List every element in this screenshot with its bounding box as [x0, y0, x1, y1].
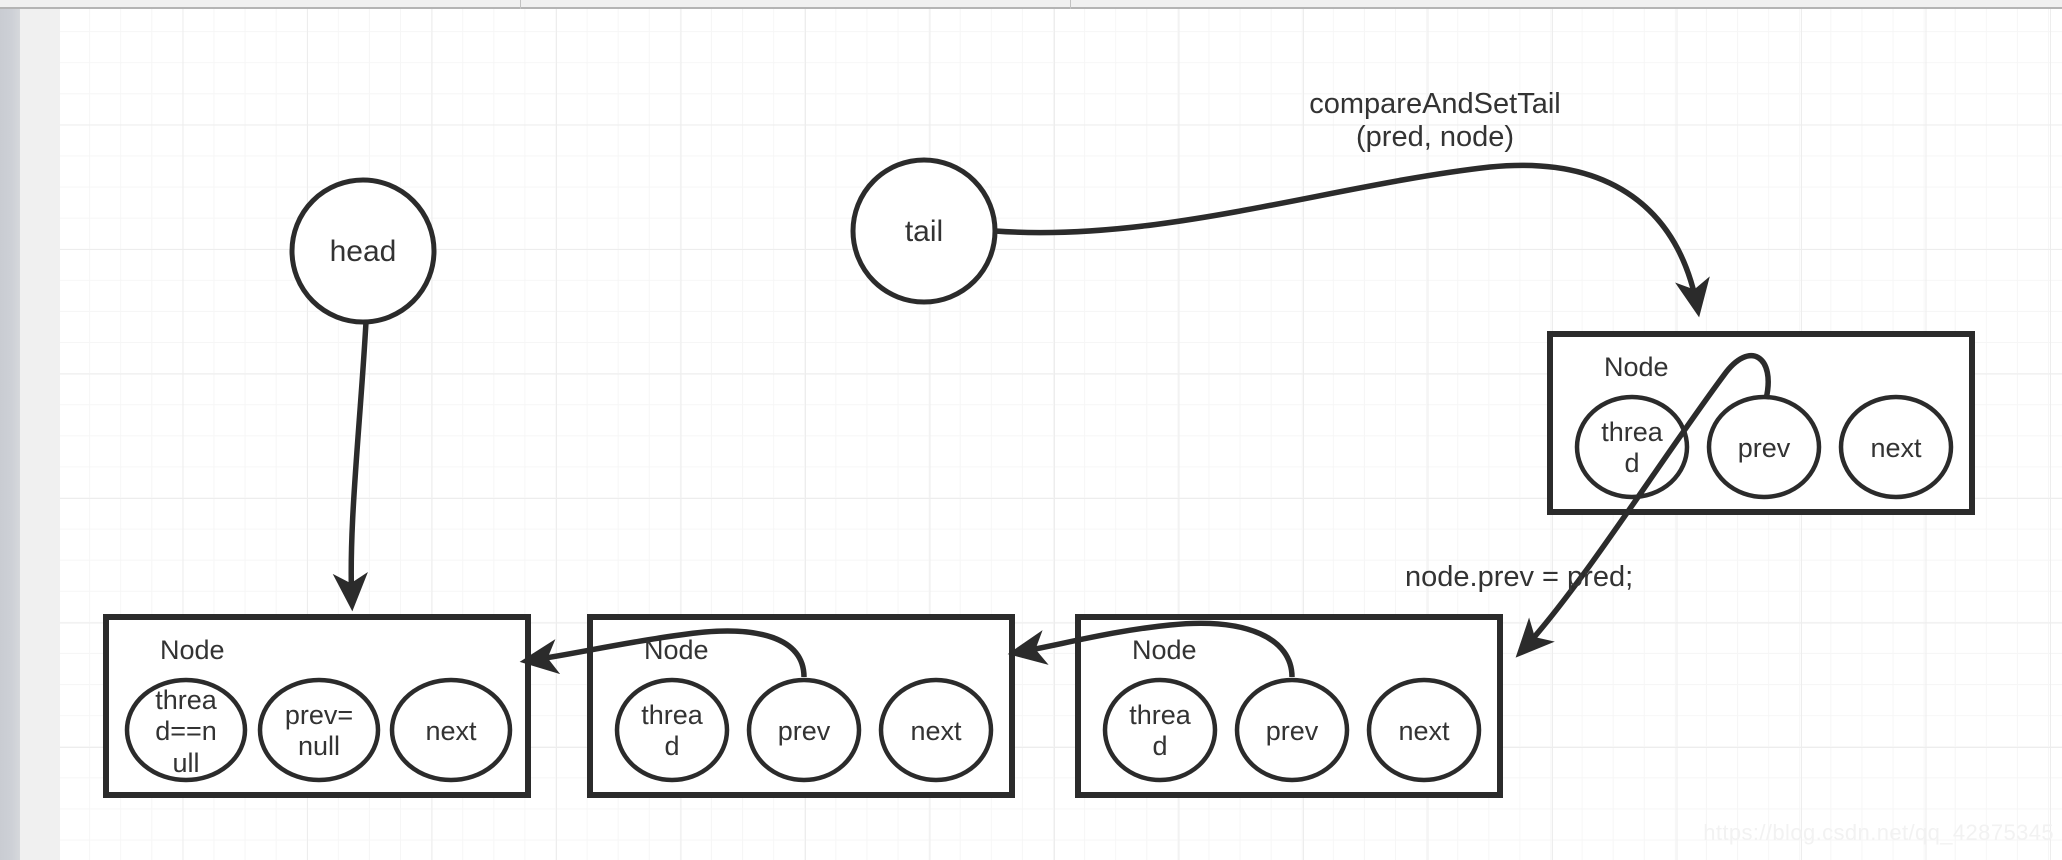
field-ellipse-prev[interactable] [746, 677, 862, 783]
ruler-tick [520, 0, 521, 9]
field-ellipse-next[interactable] [878, 677, 994, 783]
field-ellipse-prev[interactable] [1234, 677, 1350, 783]
field-ellipse-next[interactable] [1366, 677, 1482, 783]
left-gutter [20, 9, 60, 860]
edge-head-to-sentinel [332, 321, 369, 612]
field-ellipse-thread[interactable] [124, 677, 248, 783]
watermark: https://blog.csdn.net/qq_42875345 [1703, 820, 2054, 845]
field-ellipse-prev[interactable] [257, 677, 381, 783]
ruler-tick [1070, 0, 1071, 9]
diagram-vector-layer [103, 157, 1975, 798]
tail-reference-circle[interactable] [850, 157, 998, 305]
top-ruler [0, 0, 2062, 9]
field-ellipse-thread[interactable] [614, 677, 730, 783]
head-reference-circle[interactable] [289, 177, 437, 325]
field-ellipse-next[interactable] [389, 677, 513, 783]
field-ellipse-next[interactable] [1838, 394, 1954, 500]
diagram-canvas[interactable]: head tail compareAndSetTail (pred, node)… [60, 9, 2062, 860]
diagram-app: head tail compareAndSetTail (pred, node)… [0, 0, 2062, 860]
left-scrollbar-strip[interactable] [0, 9, 20, 860]
field-ellipse-thread[interactable] [1102, 677, 1218, 783]
field-ellipse-prev[interactable] [1706, 394, 1822, 500]
edge-tail-to-new-node [994, 162, 1710, 318]
